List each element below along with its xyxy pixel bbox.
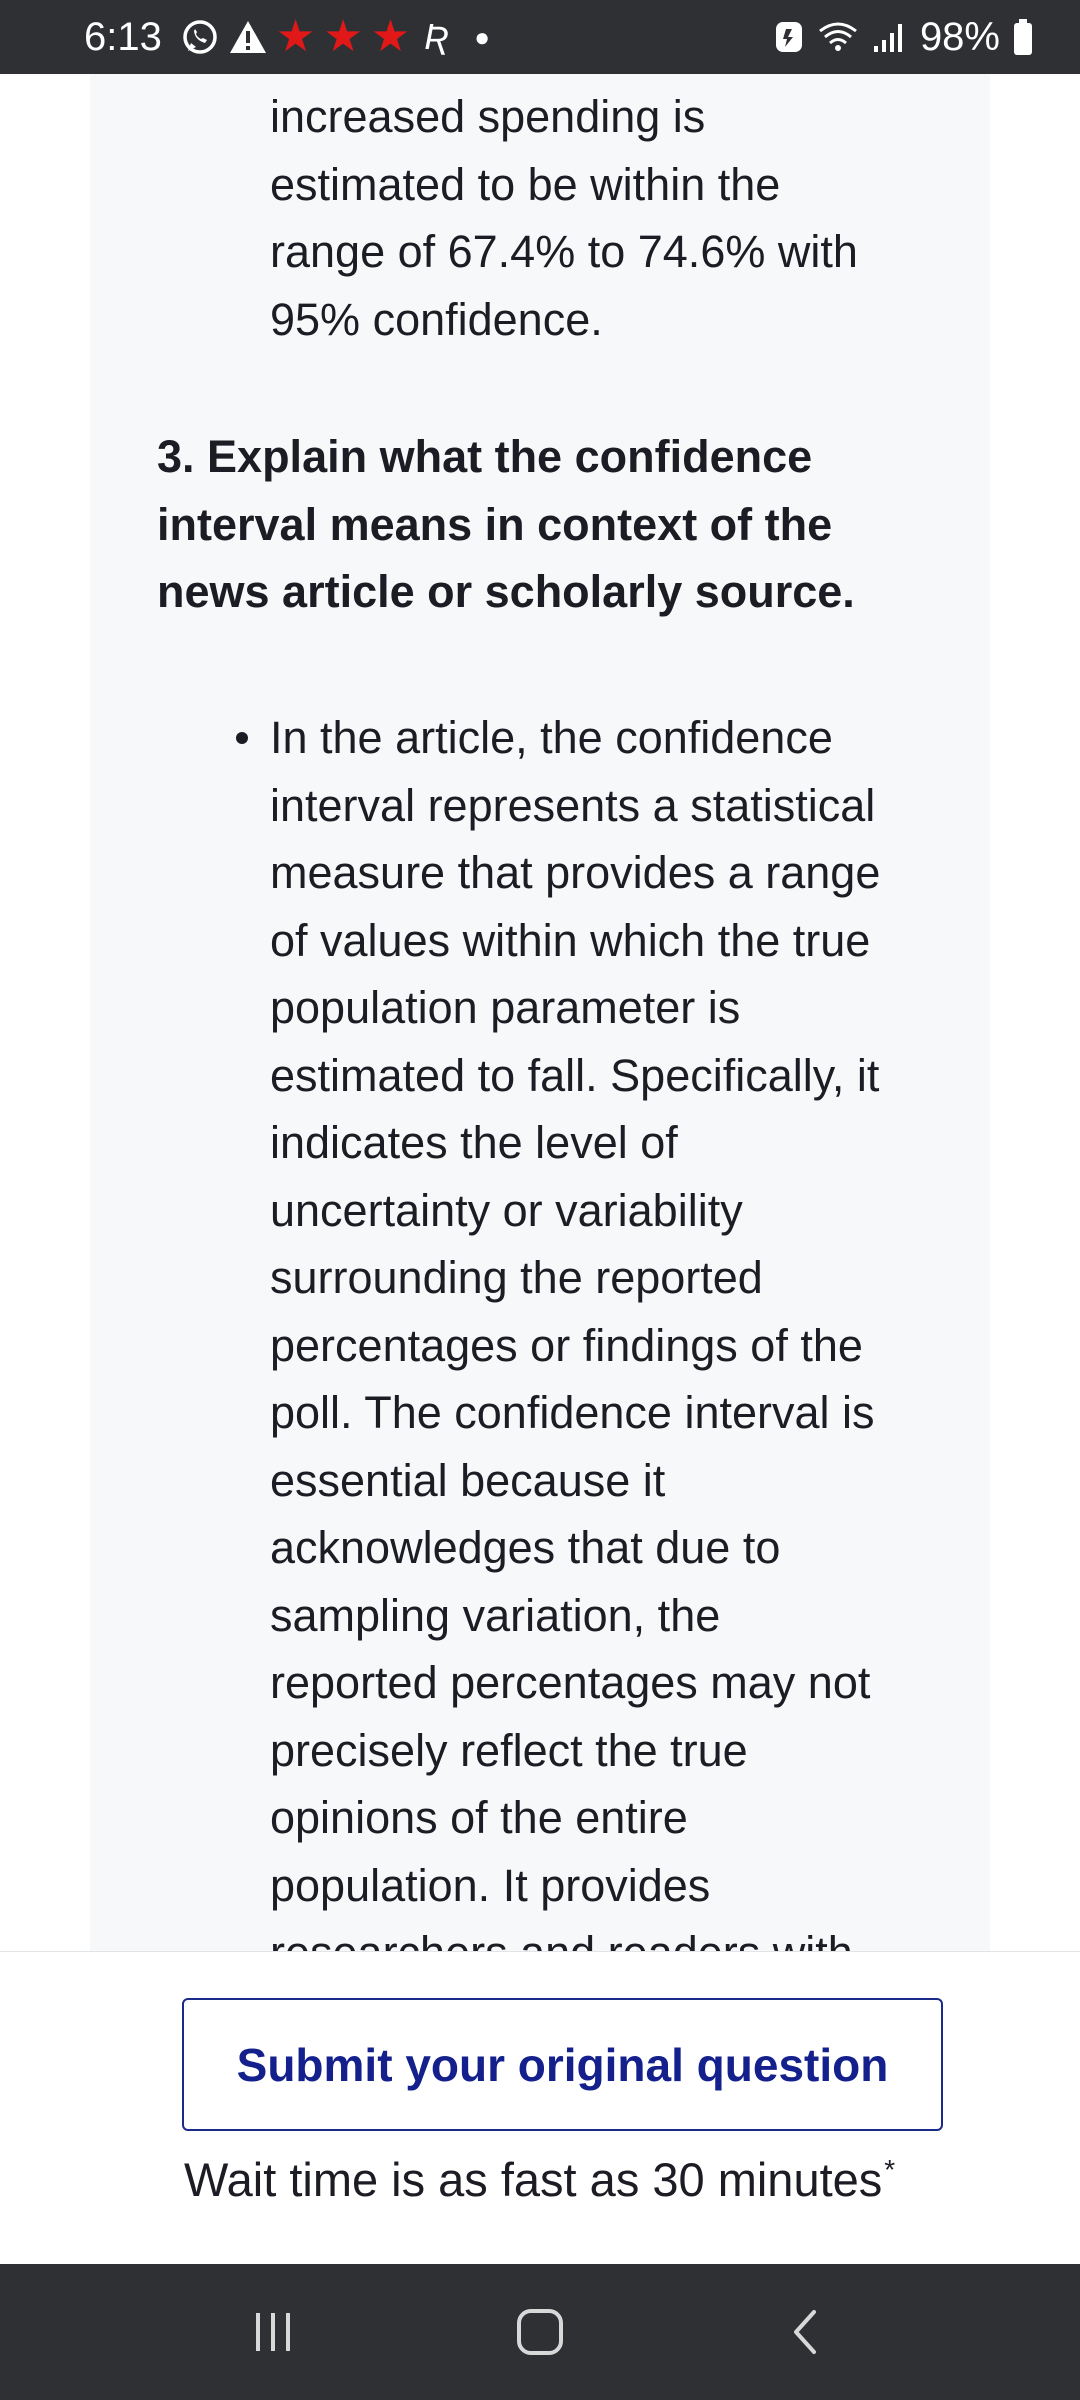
status-left: 6:13 ★ ★ ★ Ʀ ●	[84, 15, 490, 60]
navigation-bar	[0, 2264, 1080, 2400]
text-line: essential because it	[270, 1454, 666, 1506]
recents-icon	[256, 2313, 291, 2351]
text-line: indicates the level of	[270, 1117, 678, 1168]
cta-panel: Submit your original question Wait time …	[0, 1951, 1080, 2264]
text-line: uncertainty or variability	[270, 1184, 743, 1236]
text-line: poll. The confidence interval is	[270, 1387, 875, 1438]
text-line: estimated to be within the	[270, 158, 781, 210]
text-line: researchers and readers with	[270, 1919, 930, 1951]
wifi-icon	[816, 19, 860, 55]
heading-line: 3. Explain what the confidence	[157, 431, 813, 482]
wait-time-text: Wait time is as fast as 30 minutes*	[184, 2152, 895, 2207]
signal-icon	[872, 19, 908, 55]
text-line: increased spending is	[270, 91, 706, 142]
text-line: acknowledges that due to	[270, 1522, 781, 1573]
star-icon: ★	[323, 12, 363, 61]
text-line: opinions of the entire	[270, 1792, 688, 1843]
text-line: population. It provides	[270, 1859, 711, 1911]
star-icon: ★	[370, 12, 411, 61]
battery-percentage: 98%	[919, 14, 1000, 59]
text-line: interval represents a statistical	[270, 779, 876, 831]
whatsapp-icon	[180, 17, 220, 57]
status-right: 98%	[774, 15, 1034, 60]
text-line: range of 67.4% to 74.6% with	[270, 226, 858, 277]
back-button[interactable]	[747, 2282, 867, 2382]
answer-content[interactable]: increased spending is estimated to be wi…	[0, 74, 1080, 1951]
dot-icon: ●	[474, 21, 490, 52]
text-line: population parameter is	[270, 982, 741, 1033]
bullet-text: In the article, the confidence interval …	[270, 704, 930, 1951]
footnote-asterisk: *	[884, 2154, 896, 2186]
submit-question-button[interactable]: Submit your original question	[182, 1998, 943, 2131]
status-time: 6:13	[84, 14, 162, 59]
text-line: sampling variation, the	[270, 1589, 721, 1641]
question-heading: 3. Explain what the confidence interval …	[157, 423, 917, 626]
bullet-point	[236, 732, 248, 744]
back-icon	[793, 2310, 816, 2354]
text-line: precisely reflect the true	[270, 1724, 748, 1776]
text-line: surrounding the reported	[270, 1252, 763, 1303]
text-line: estimated to fall. Specifically, it	[270, 1049, 880, 1101]
heading-line: news article or scholarly source.	[157, 566, 855, 617]
heading-line: interval means in context of the	[157, 498, 833, 550]
battery-saver-icon	[774, 19, 804, 55]
text-line: measure that provides a range	[270, 847, 881, 898]
battery-icon	[1012, 18, 1034, 56]
warning-icon	[228, 17, 268, 57]
home-icon	[516, 2309, 563, 2355]
home-button[interactable]	[480, 2282, 600, 2382]
wait-time-label: Wait time is as fast as 30 minutes	[184, 2153, 883, 2206]
text-line: 95% confidence.	[270, 293, 603, 345]
text-line: percentages or findings of the	[270, 1319, 863, 1371]
text-line: reported percentages may not	[270, 1657, 871, 1708]
r-app-icon: Ʀ	[424, 16, 449, 57]
status-bar: 6:13 ★ ★ ★ Ʀ ● 98%	[0, 0, 1080, 74]
recents-button[interactable]	[213, 2282, 333, 2382]
text-line: of values within which the true	[270, 914, 871, 966]
star-icon: ★	[275, 12, 316, 61]
previous-bullet-text: increased spending is estimated to be wi…	[270, 83, 930, 353]
text-line: In the article, the confidence	[270, 712, 833, 763]
